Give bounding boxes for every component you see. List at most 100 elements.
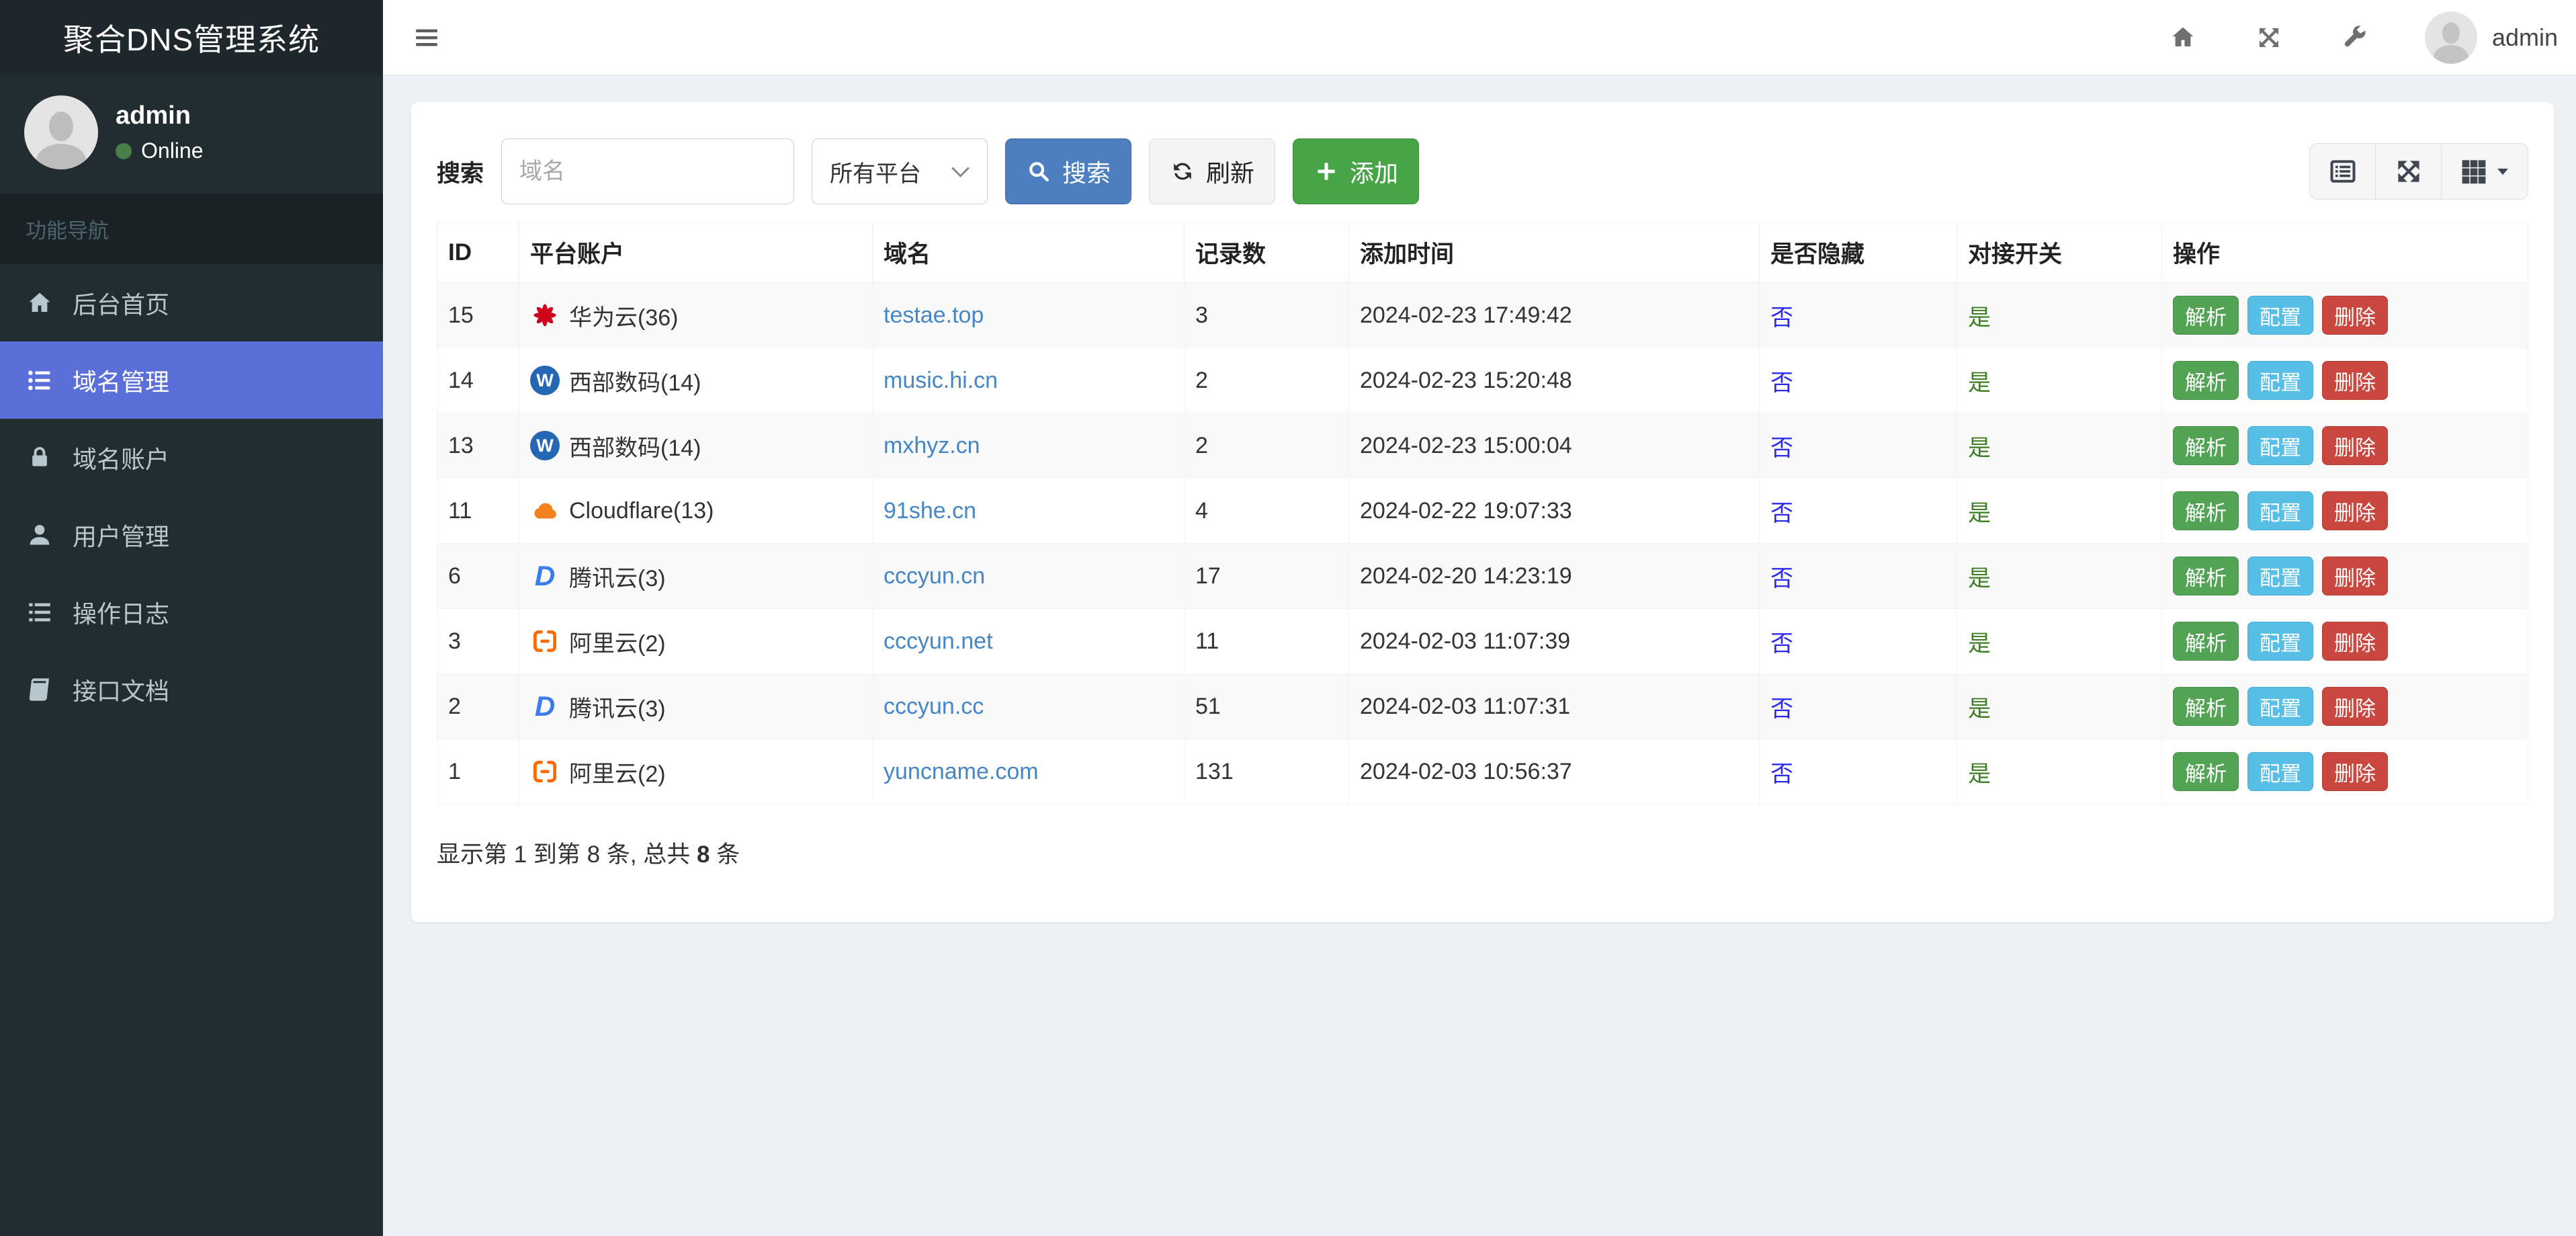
cell-records: 4 bbox=[1184, 478, 1349, 544]
sidebar-item-label: 用户管理 bbox=[73, 522, 170, 550]
hidden-toggle-link[interactable]: 否 bbox=[1770, 631, 1793, 657]
app-title: 聚合DNS管理系统 bbox=[0, 0, 383, 75]
fullscreen-icon bbox=[2259, 28, 2278, 47]
resolve-button[interactable]: 解析 bbox=[2173, 557, 2239, 595]
config-button[interactable]: 配置 bbox=[2247, 296, 2313, 335]
sidebar: 聚合DNS管理系统 admin Online 功能导航 后台首页 域名管理 域名账户… bbox=[0, 0, 383, 1236]
search-button[interactable]: 搜索 bbox=[1005, 138, 1132, 204]
switch-toggle-link[interactable]: 是 bbox=[1968, 305, 1991, 331]
delete-button[interactable]: 删除 bbox=[2322, 426, 2388, 465]
platform-label: 阿里云(2) bbox=[569, 761, 666, 787]
cell-added-time: 2024-02-23 15:20:48 bbox=[1348, 347, 1760, 413]
config-button[interactable]: 配置 bbox=[2247, 622, 2313, 661]
book-icon bbox=[29, 677, 49, 701]
domain-link[interactable]: cccyun.cc bbox=[884, 694, 984, 719]
add-button[interactable]: 添加 bbox=[1293, 138, 1420, 204]
config-button[interactable]: 配置 bbox=[2247, 361, 2313, 400]
refresh-icon bbox=[1174, 163, 1191, 180]
hidden-toggle-link[interactable]: 否 bbox=[1770, 696, 1793, 722]
resolve-button[interactable]: 解析 bbox=[2173, 361, 2239, 400]
delete-button[interactable]: 删除 bbox=[2322, 557, 2388, 595]
sidebar-item-2[interactable]: 域名账户 bbox=[0, 419, 383, 496]
delete-button[interactable]: 删除 bbox=[2322, 752, 2388, 791]
switch-toggle-link[interactable]: 是 bbox=[1968, 566, 1991, 591]
config-button[interactable]: 配置 bbox=[2247, 557, 2313, 595]
cell-platform: W 西部数码(14) bbox=[530, 364, 861, 397]
switch-toggle-link[interactable]: 是 bbox=[1968, 370, 1991, 396]
table-fullscreen-button[interactable] bbox=[2376, 144, 2442, 199]
user-menu[interactable]: admin bbox=[2424, 11, 2558, 64]
hidden-toggle-link[interactable]: 否 bbox=[1770, 566, 1793, 591]
fullscreen-button[interactable] bbox=[2253, 22, 2285, 54]
sidebar-item-label: 后台首页 bbox=[73, 290, 170, 319]
delete-button[interactable]: 删除 bbox=[2322, 361, 2388, 400]
delete-button[interactable]: 删除 bbox=[2322, 622, 2388, 661]
cell-id: 2 bbox=[437, 673, 519, 739]
domain-link[interactable]: mxhyz.cn bbox=[884, 433, 980, 458]
switch-toggle-link[interactable]: 是 bbox=[1968, 436, 1991, 461]
sidebar-item-4[interactable]: 操作日志 bbox=[0, 573, 383, 651]
platform-select[interactable]: 所有平台 bbox=[812, 138, 988, 204]
delete-button[interactable]: 删除 bbox=[2322, 491, 2388, 530]
hidden-toggle-link[interactable]: 否 bbox=[1770, 305, 1793, 331]
switch-toggle-link[interactable]: 是 bbox=[1968, 761, 1991, 787]
domain-link[interactable]: music.hi.cn bbox=[884, 368, 998, 393]
refresh-button[interactable]: 刷新 bbox=[1149, 138, 1276, 204]
domain-link[interactable]: cccyun.net bbox=[884, 628, 993, 654]
resolve-button[interactable]: 解析 bbox=[2173, 426, 2239, 465]
huawei-icon bbox=[533, 304, 556, 327]
cell-added-time: 2024-02-03 11:07:39 bbox=[1348, 608, 1760, 674]
hidden-toggle-link[interactable]: 否 bbox=[1770, 370, 1793, 396]
cell-platform: 华为云(36) bbox=[530, 299, 861, 332]
home-button[interactable] bbox=[2167, 22, 2199, 54]
wrench-icon bbox=[2344, 25, 2366, 46]
resolve-button[interactable]: 解析 bbox=[2173, 687, 2239, 726]
resolve-button[interactable]: 解析 bbox=[2173, 622, 2239, 661]
cell-added-time: 2024-02-22 19:07:33 bbox=[1348, 478, 1760, 544]
cell-records: 2 bbox=[1184, 347, 1349, 413]
online-status-dot bbox=[116, 142, 132, 159]
west-digital-icon: W bbox=[530, 431, 560, 460]
sidebar-item-5[interactable]: 接口文档 bbox=[0, 651, 383, 728]
search-input[interactable] bbox=[501, 138, 795, 204]
home-icon bbox=[2172, 27, 2194, 46]
resolve-button[interactable]: 解析 bbox=[2173, 752, 2239, 791]
top-navbar: admin bbox=[383, 0, 2576, 75]
domain-link[interactable]: 91she.cn bbox=[884, 498, 976, 524]
cell-added-time: 2024-02-03 10:56:37 bbox=[1348, 739, 1760, 805]
columns-dropdown-button[interactable] bbox=[2442, 144, 2528, 199]
switch-toggle-link[interactable]: 是 bbox=[1968, 501, 1991, 526]
hidden-toggle-link[interactable]: 否 bbox=[1770, 501, 1793, 526]
delete-button[interactable]: 删除 bbox=[2322, 687, 2388, 726]
domain-link[interactable]: yuncname.com bbox=[884, 759, 1039, 784]
hidden-toggle-link[interactable]: 否 bbox=[1770, 436, 1793, 461]
platform-label: Cloudflare(13) bbox=[569, 497, 714, 524]
config-button[interactable]: 配置 bbox=[2247, 426, 2313, 465]
resolve-button[interactable]: 解析 bbox=[2173, 296, 2239, 335]
paging-toggle-button[interactable] bbox=[2310, 144, 2376, 199]
table-row: 13 W 西部数码(14) mxhyz.cn 2 2024-02-23 15:00:04 否… bbox=[437, 413, 2528, 479]
switch-toggle-link[interactable]: 是 bbox=[1968, 696, 1991, 722]
config-button[interactable]: 配置 bbox=[2247, 491, 2313, 530]
hidden-toggle-link[interactable]: 否 bbox=[1770, 761, 1793, 787]
config-button[interactable]: 配置 bbox=[2247, 752, 2313, 791]
log-icon bbox=[29, 603, 50, 621]
search-label: 搜索 bbox=[437, 160, 484, 187]
platform-label: 西部数码(14) bbox=[569, 370, 701, 396]
table-row: 11 Cloudflare(13) 91she.cn 4 2024-02-22 19:0… bbox=[437, 478, 2528, 544]
sidebar-item-3[interactable]: 用户管理 bbox=[0, 496, 383, 573]
avatar bbox=[2424, 11, 2477, 64]
sidebar-item-0[interactable]: 后台首页 bbox=[0, 264, 383, 341]
column-header-0: ID bbox=[437, 222, 519, 283]
resolve-button[interactable]: 解析 bbox=[2173, 491, 2239, 530]
sidebar-item-label: 域名账户 bbox=[73, 445, 170, 473]
domain-link[interactable]: testae.top bbox=[884, 302, 984, 328]
delete-button[interactable]: 删除 bbox=[2322, 296, 2388, 335]
sidebar-toggle-button[interactable] bbox=[409, 19, 445, 56]
switch-toggle-link[interactable]: 是 bbox=[1968, 631, 1991, 657]
config-button[interactable]: 配置 bbox=[2247, 687, 2313, 726]
domain-link[interactable]: cccyun.cn bbox=[884, 563, 985, 589]
cell-id: 1 bbox=[437, 739, 519, 805]
settings-button[interactable] bbox=[2339, 22, 2371, 54]
sidebar-item-1[interactable]: 域名管理 bbox=[0, 341, 383, 419]
